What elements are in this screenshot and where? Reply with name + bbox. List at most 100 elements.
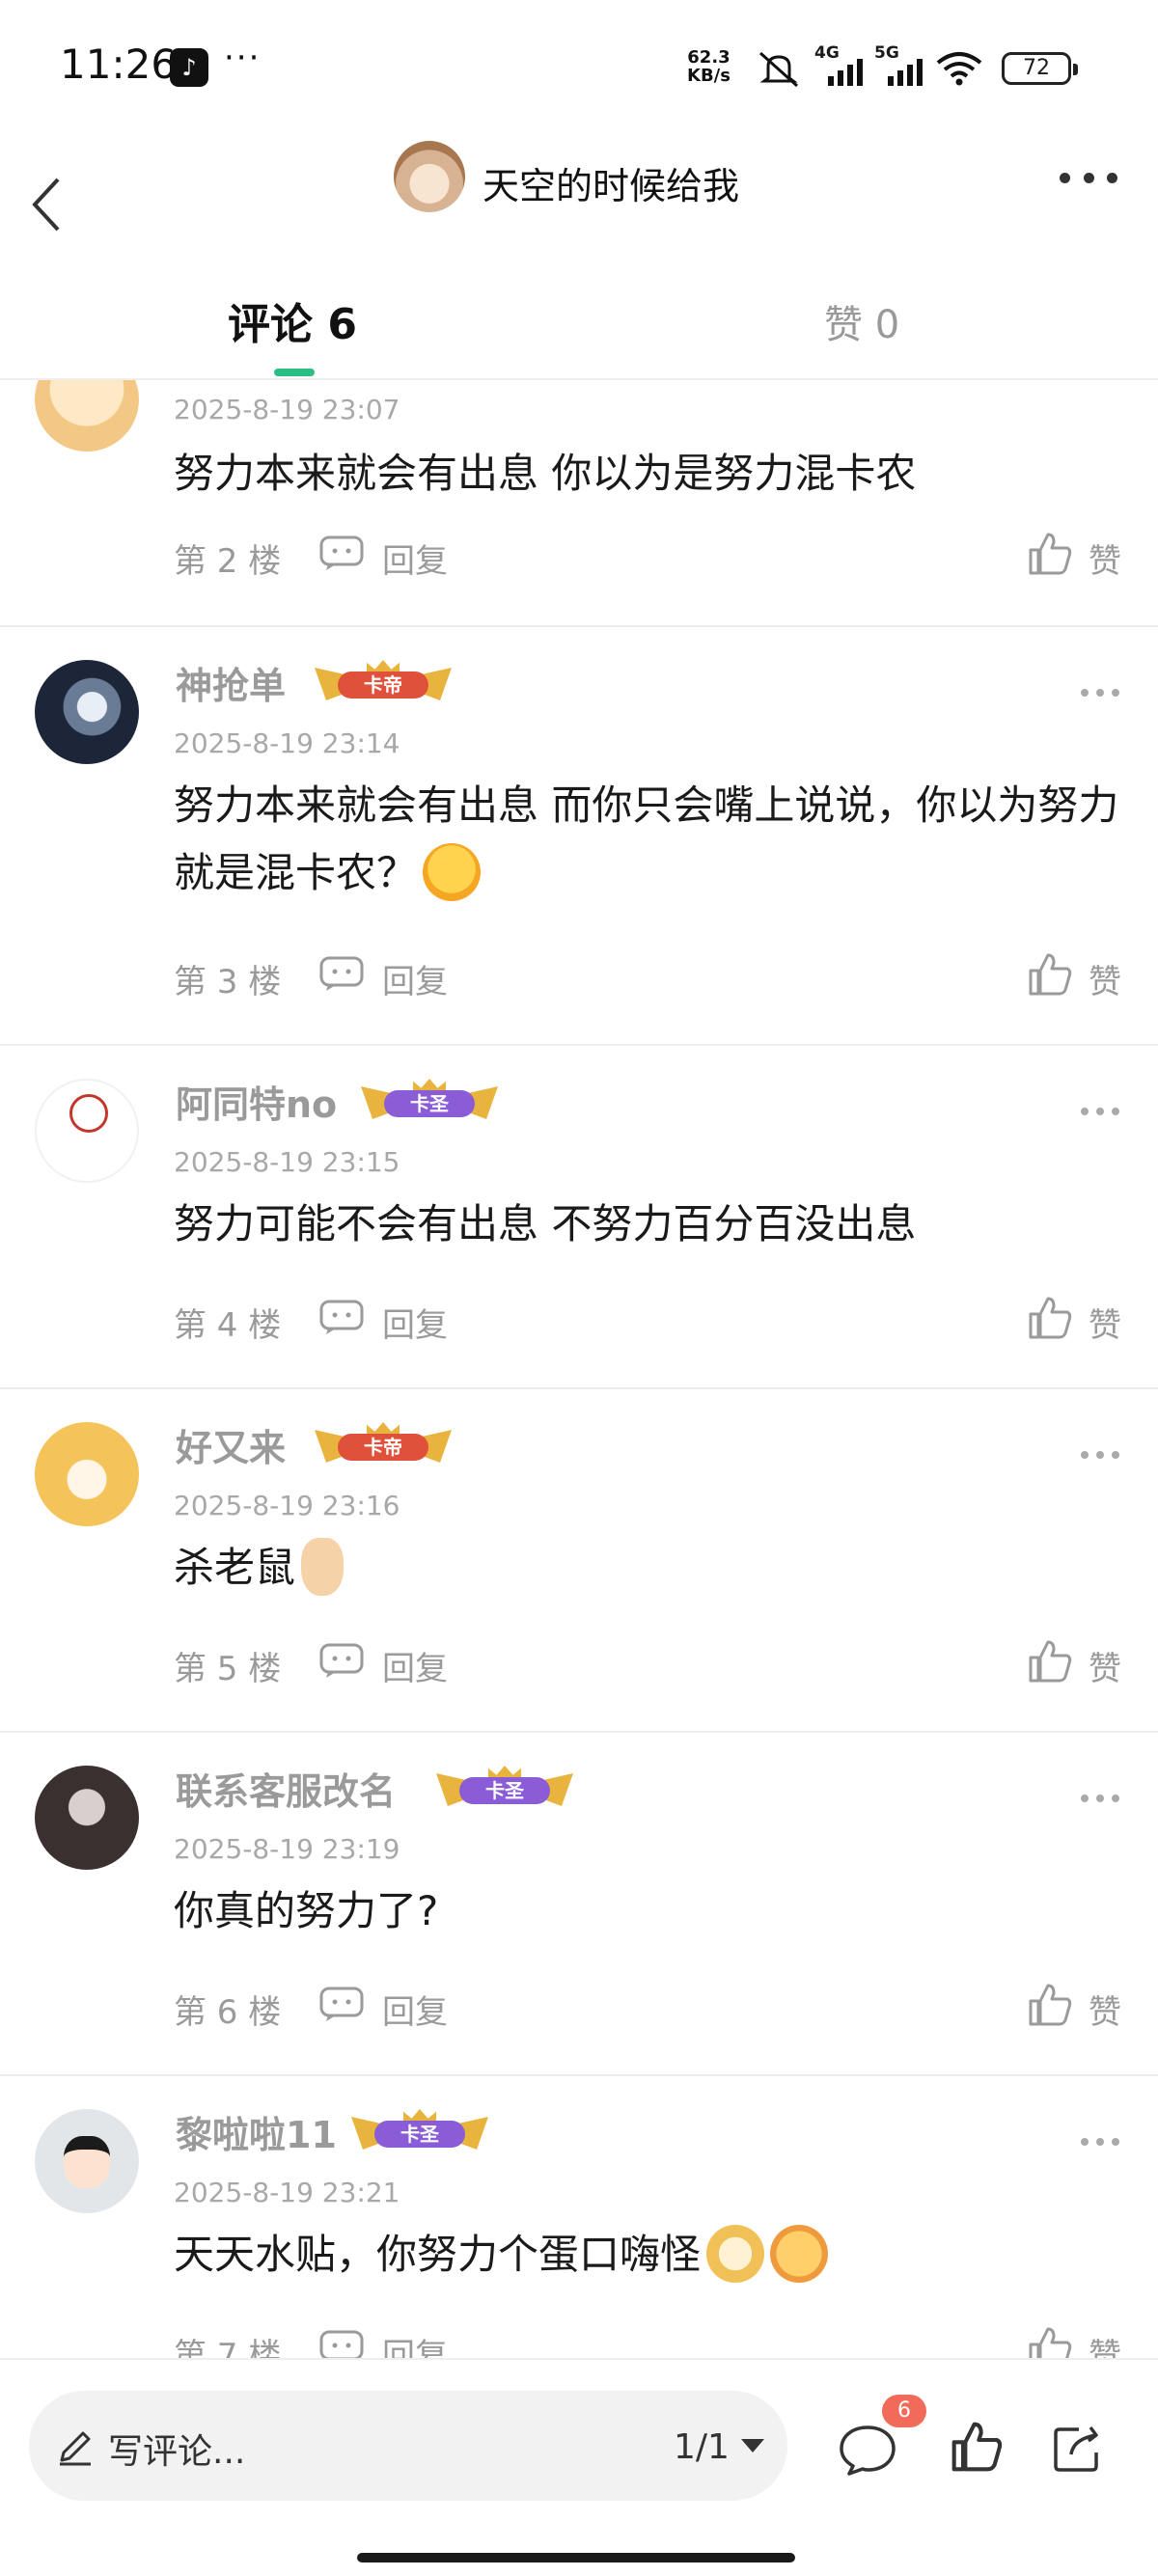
back-arrow-icon[interactable]	[25, 174, 68, 235]
thumbs-up-icon[interactable]	[1027, 1638, 1073, 1685]
level-badge-label: 卡圣	[374, 2121, 465, 2148]
smirk-emoji-icon	[423, 842, 482, 901]
comment-item: 2025-8-19 23:07 努力本来就会有出息 你以为是努力混卡农 第 2 …	[0, 380, 1158, 627]
thumbs-up-icon[interactable]	[1027, 531, 1073, 577]
comment-bubble-icon[interactable]	[838, 2422, 897, 2478]
comment-avatar[interactable]	[35, 1079, 139, 1183]
signal-5g-label: 5G	[874, 43, 899, 63]
floor-number: 第 6 楼	[174, 1993, 282, 2032]
comment-time: 2025-8-19 23:21	[174, 2177, 400, 2208]
status-icons: 4G 5G 72	[753, 43, 1078, 93]
battery-icon: 72	[1002, 52, 1078, 85]
reply-button[interactable]: 回复	[382, 2329, 448, 2358]
top-bar: 天空的时候给我	[0, 135, 1158, 270]
status-time: 11:26	[60, 41, 178, 88]
like-button[interactable]: 赞	[1089, 1299, 1121, 1346]
speed-value: 62.3	[687, 47, 731, 68]
comment-username[interactable]: 阿同特no	[176, 1075, 337, 1128]
comment-username[interactable]: 好又来	[176, 1418, 286, 1471]
comment-text-body: 天天水贴，你努力个蛋口嗨怪	[174, 2231, 702, 2278]
comment-text: 天天水贴，你努力个蛋口嗨怪	[174, 2221, 1129, 2288]
page-title[interactable]: 天空的时候给我	[482, 156, 739, 209]
thumbs-up-icon[interactable]	[1027, 951, 1073, 998]
floor-number: 第 2 楼	[174, 542, 282, 581]
share-icon[interactable]	[1050, 2420, 1106, 2476]
comment-item: 神抢单 卡帝 2025-8-19 23:14 努力本来就会有出息 而你只会嘴上说…	[0, 627, 1158, 1046]
floor-number: 第 3 楼	[174, 963, 282, 1001]
mute-icon	[758, 51, 799, 88]
level-badge: 卡帝	[311, 1422, 455, 1465]
reply-button[interactable]: 回复	[382, 1642, 448, 1689]
more-options-icon[interactable]	[1060, 166, 1117, 189]
bottom-action-bar: 写评论... 1/1 6	[0, 2358, 1158, 2576]
comment-username[interactable]: 神抢单	[176, 656, 286, 709]
like-button[interactable]: 赞	[1089, 955, 1121, 1002]
dog-emoji-icon	[706, 2224, 765, 2283]
status-bar: 11:26 ♪ ··· 62.3 KB/s 4G 5G 72	[0, 0, 1158, 135]
comment-time: 2025-8-19 23:16	[174, 1490, 400, 1521]
level-badge: 卡帝	[311, 660, 455, 702]
level-badge-label: 卡圣	[384, 1090, 475, 1117]
comment-more-icon[interactable]	[1081, 1108, 1119, 1119]
comment-more-icon[interactable]	[1081, 1451, 1119, 1463]
like-button[interactable]: 赞	[1089, 534, 1121, 582]
active-tab-indicator	[274, 369, 315, 376]
comment-time: 2025-8-19 23:14	[174, 727, 400, 759]
comment-input[interactable]: 写评论... 1/1	[29, 2391, 787, 2501]
comment-more-icon[interactable]	[1081, 1795, 1119, 1806]
comment-text: 努力本来就会有出息 而你只会嘴上说说，你以为努力就是混卡农？	[174, 772, 1129, 907]
comment-item: 好又来 卡帝 2025-8-19 23:16 杀老鼠 第 5 楼 回复 赞	[0, 1389, 1158, 1733]
thumbs-up-icon[interactable]	[1027, 1982, 1073, 2028]
comment-time: 2025-8-19 23:15	[174, 1146, 400, 1178]
author-avatar[interactable]	[394, 141, 465, 212]
comment-time: 2025-8-19 23:19	[174, 1833, 400, 1865]
comment-more-icon[interactable]	[1081, 689, 1119, 700]
comment-input-placeholder: 写评论...	[108, 2432, 246, 2472]
comment-text: 杀老鼠	[174, 1534, 1129, 1602]
tab-bar: 评论 6 赞 0	[0, 280, 1158, 380]
comment-username[interactable]: 联系客服改名	[176, 1762, 396, 1815]
reply-icon[interactable]	[318, 534, 365, 571]
tab-comments[interactable]: 评论 6	[228, 289, 357, 351]
level-badge: 卡圣	[357, 1079, 502, 1121]
level-badge: 卡圣	[432, 1766, 577, 1808]
like-button[interactable]: 赞	[1089, 1986, 1121, 2033]
comment-item: 阿同特no 卡圣 2025-8-19 23:15 努力可能不会有出息 不努力百分…	[0, 1046, 1158, 1389]
comment-count-badge: 6	[882, 2395, 926, 2427]
thumbs-up-icon[interactable]	[1027, 2325, 1073, 2358]
like-button[interactable]: 赞	[1089, 1642, 1121, 1689]
thumbs-up-icon[interactable]	[1027, 1295, 1073, 1341]
reply-icon[interactable]	[318, 1986, 365, 2022]
comment-avatar[interactable]	[35, 1422, 139, 1526]
grumpy-emoji-icon	[770, 2224, 829, 2283]
pointing-hand-emoji-icon	[301, 1537, 345, 1596]
pen-icon	[60, 2431, 91, 2466]
floor-number: 第 5 楼	[174, 1650, 282, 1688]
reply-button[interactable]: 回复	[382, 955, 448, 1002]
reply-icon[interactable]	[318, 1299, 365, 1335]
comment-item: 黎啦啦11 卡圣 2025-8-19 23:21 天天水贴，你努力个蛋口嗨怪 第…	[0, 2076, 1158, 2358]
comment-avatar[interactable]	[35, 380, 139, 452]
comment-username[interactable]: 黎啦啦11	[176, 2105, 337, 2158]
thumbs-up-icon[interactable]	[950, 2420, 1004, 2474]
reply-button[interactable]: 回复	[382, 534, 448, 582]
comment-item: 联系客服改名 卡圣 2025-8-19 23:19 你真的努力了? 第 6 楼 …	[0, 1733, 1158, 2076]
comment-text-body: 你真的努力了?	[174, 1887, 439, 1934]
home-indicator[interactable]	[357, 2553, 795, 2562]
comment-more-icon[interactable]	[1081, 2138, 1119, 2150]
comment-text-body: 努力本来就会有出息 你以为是努力混卡农	[174, 450, 917, 497]
level-badge-label: 卡帝	[338, 671, 428, 699]
tab-likes[interactable]: 赞 0	[824, 293, 899, 349]
comment-text: 你真的努力了?	[174, 1877, 1129, 1945]
like-button[interactable]: 赞	[1089, 2329, 1121, 2358]
caret-down-icon[interactable]	[741, 2439, 764, 2454]
reply-icon[interactable]	[318, 955, 365, 992]
page-indicator[interactable]: 1/1	[674, 2427, 730, 2467]
comment-avatar[interactable]	[35, 2109, 139, 2213]
reply-icon[interactable]	[318, 2329, 365, 2358]
reply-button[interactable]: 回复	[382, 1986, 448, 2033]
comment-avatar[interactable]	[35, 1766, 139, 1870]
reply-button[interactable]: 回复	[382, 1299, 448, 1346]
reply-icon[interactable]	[318, 1642, 365, 1679]
comment-avatar[interactable]	[35, 660, 139, 764]
